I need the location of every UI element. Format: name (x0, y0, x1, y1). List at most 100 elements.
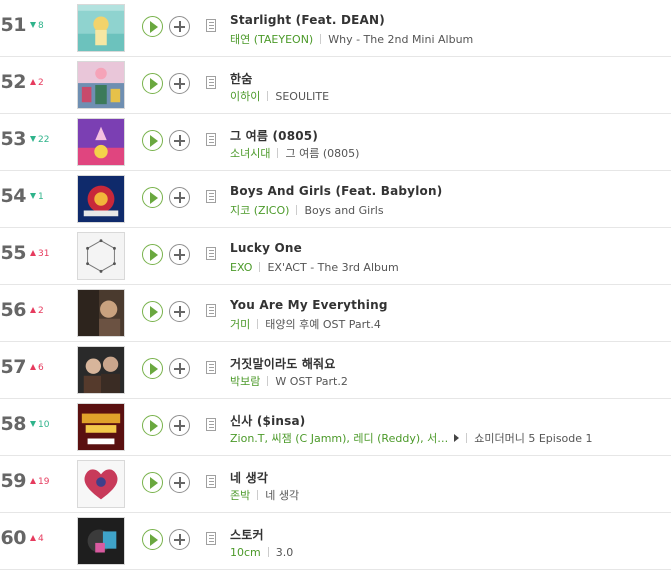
more-artists-triangle-icon[interactable] (454, 434, 460, 442)
plus-icon[interactable] (169, 415, 190, 436)
play-icon[interactable] (142, 529, 163, 550)
lyrics-document-icon[interactable] (206, 190, 216, 203)
rank-change: 10 (30, 419, 49, 431)
song-title[interactable]: Boys And Girls (Feat. Babylon) (230, 184, 442, 198)
artist-name[interactable]: 소녀시대 (230, 147, 270, 160)
rank-change-value: 10 (38, 420, 50, 430)
album-name[interactable]: Boys and Girls (304, 204, 383, 217)
artist-name[interactable]: 이하이 (230, 90, 260, 103)
album-cover[interactable] (77, 232, 125, 280)
plus-icon[interactable] (169, 187, 190, 208)
plus-icon[interactable] (169, 244, 190, 265)
song-title[interactable]: 거짓말이라도 해줘요 (230, 355, 336, 372)
rank-number: 52 (0, 71, 27, 93)
album-cover[interactable] (77, 175, 125, 223)
album-name[interactable]: 쇼미더머니 5 Episode 1 (474, 432, 592, 445)
play-icon[interactable] (142, 301, 163, 322)
artist-name[interactable]: Zion.T, 씨잼 (C Jamm), 레디 (Reddy), 서… (230, 432, 448, 445)
rank-number: 51 (0, 14, 27, 36)
chart-row: 51 8 Starlight (Feat. DEAN) 태연 (TAEYEON) Why… (0, 0, 671, 57)
artist-name[interactable]: 지코 (ZICO) (230, 204, 289, 217)
album-cover[interactable] (77, 460, 125, 508)
play-icon[interactable] (142, 187, 163, 208)
arrow-down-icon (30, 193, 36, 199)
chart-row: 58 10 신사 ($insa) Zion.T, 씨잼 (C Jamm), 레디 (R… (0, 399, 671, 456)
song-title[interactable]: 스토커 (230, 526, 264, 543)
play-icon[interactable] (142, 244, 163, 265)
play-icon[interactable] (142, 16, 163, 37)
rank-change: 6 (30, 362, 44, 374)
play-icon[interactable] (142, 358, 163, 379)
song-meta: 지코 (ZICO) Boys and Girls (230, 204, 384, 218)
artist-name[interactable]: 존박 (230, 489, 250, 502)
arrow-up-icon (30, 79, 36, 85)
play-icon[interactable] (142, 415, 163, 436)
arrow-up-icon (30, 364, 36, 370)
song-title[interactable]: 신사 ($insa) (230, 412, 305, 429)
song-meta: Zion.T, 씨잼 (C Jamm), 레디 (Reddy), 서… 쇼미더머니… (230, 432, 593, 446)
play-icon[interactable] (142, 130, 163, 151)
lyrics-document-icon[interactable] (206, 247, 216, 260)
album-cover[interactable] (77, 61, 125, 109)
song-title[interactable]: 한숨 (230, 70, 252, 87)
chart-row: 55 31 Lucky One EXO EX'ACT - The 3rd Album (0, 228, 671, 285)
song-title[interactable]: 그 여름 (0805) (230, 127, 318, 144)
lyrics-document-icon[interactable] (206, 19, 216, 32)
rank-number: 53 (0, 128, 27, 150)
rank-number: 54 (0, 185, 27, 207)
album-name[interactable]: EX'ACT - The 3rd Album (267, 261, 398, 274)
plus-icon[interactable] (169, 16, 190, 37)
rank-change: 31 (30, 248, 49, 260)
rank-change: 4 (30, 533, 44, 545)
album-cover[interactable] (77, 346, 125, 394)
artist-name[interactable]: 박보람 (230, 375, 260, 388)
lyrics-document-icon[interactable] (206, 361, 216, 374)
arrow-down-icon (30, 136, 36, 142)
song-meta: EXO EX'ACT - The 3rd Album (230, 261, 399, 275)
plus-icon[interactable] (169, 130, 190, 151)
album-cover[interactable] (77, 118, 125, 166)
lyrics-document-icon[interactable] (206, 532, 216, 545)
song-title[interactable]: Starlight (Feat. DEAN) (230, 13, 385, 27)
rank-number: 56 (0, 299, 27, 321)
lyrics-document-icon[interactable] (206, 76, 216, 89)
artist-name[interactable]: EXO (230, 261, 252, 274)
artist-name[interactable]: 태연 (TAEYEON) (230, 33, 313, 46)
album-name[interactable]: SEOULITE (275, 90, 329, 103)
album-cover[interactable] (77, 403, 125, 451)
artist-name[interactable]: 10cm (230, 546, 261, 559)
album-cover[interactable] (77, 517, 125, 565)
chart-row: 52 2 한숨 이하이 SEOULITE (0, 57, 671, 114)
plus-icon[interactable] (169, 358, 190, 379)
meta-divider (257, 490, 259, 500)
lyrics-document-icon[interactable] (206, 133, 216, 146)
lyrics-document-icon[interactable] (206, 418, 216, 431)
plus-icon[interactable] (169, 529, 190, 550)
song-title[interactable]: You Are My Everything (230, 298, 388, 312)
plus-icon[interactable] (169, 472, 190, 493)
album-name[interactable]: Why - The 2nd Mini Album (328, 33, 473, 46)
album-cover[interactable] (77, 289, 125, 337)
rank-number: 59 (0, 470, 27, 492)
plus-icon[interactable] (169, 301, 190, 322)
album-name[interactable]: 그 여름 (0805) (285, 147, 359, 160)
album-name[interactable]: 3.0 (276, 546, 294, 559)
meta-divider (320, 34, 322, 44)
album-name[interactable]: 네 생각 (265, 489, 299, 502)
artist-name[interactable]: 거미 (230, 318, 250, 331)
lyrics-document-icon[interactable] (206, 304, 216, 317)
rank-change-value: 1 (38, 192, 44, 202)
song-title[interactable]: 네 생각 (230, 469, 268, 486)
play-icon[interactable] (142, 73, 163, 94)
play-icon[interactable] (142, 472, 163, 493)
lyrics-document-icon[interactable] (206, 475, 216, 488)
song-title[interactable]: Lucky One (230, 241, 302, 255)
song-meta: 태연 (TAEYEON) Why - The 2nd Mini Album (230, 33, 473, 47)
album-cover[interactable] (77, 4, 125, 52)
album-name[interactable]: W OST Part.2 (275, 375, 347, 388)
rank-number: 60 (0, 527, 27, 549)
rank-change-value: 19 (38, 477, 50, 487)
album-name[interactable]: 태양의 후예 OST Part.4 (265, 318, 381, 331)
rank-change: 2 (30, 305, 44, 317)
plus-icon[interactable] (169, 73, 190, 94)
